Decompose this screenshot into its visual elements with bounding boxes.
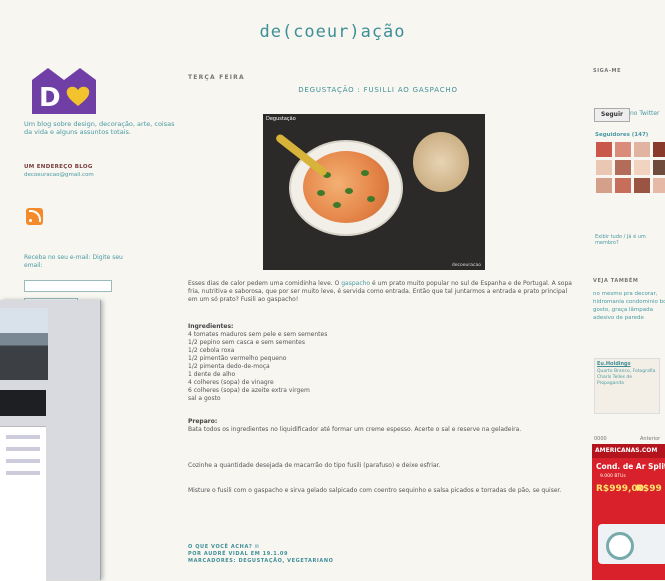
ad-brand: AMERICANAS.COM [592,444,665,458]
photo-credit: decoeuracao [451,263,481,268]
follow-heading: SIGA-ME [593,68,622,74]
follower-avatar[interactable] [615,160,631,175]
post-photo: Degustação decoeuracao [263,114,485,270]
ingredient-item: 1/2 pimentão vermelho pequeno [188,355,287,362]
email-field[interactable] [24,280,112,292]
prep-paragraph: Cozinhe a quantidade desejada de macarrã… [188,462,441,469]
post-date: TERÇA FEIRA [188,74,245,81]
post-intro: Esses dias de calor pedem uma comidinha … [188,280,572,303]
badge-text: Quarto Branco, Fotografia Charls Telles … [597,369,656,386]
previous-link[interactable]: Anterior [640,436,660,442]
prep-paragraph: Misture o fusili com o gaspacho e sirva … [188,487,562,494]
badge-title[interactable]: Eu.Holdings [597,361,631,367]
prep-block: Preparo: Bata todos os ingredientes no l… [188,418,572,434]
ingredient-item: 1/2 cebola roxa [188,347,235,354]
follower-avatar[interactable] [653,142,665,157]
overlay-window[interactable] [0,300,101,581]
ingredients-block: Ingredientes: 4 tomates maduros sem pele… [188,323,572,403]
follower-avatar[interactable] [634,142,650,157]
follow-link[interactable]: no Twitter [630,110,660,117]
follow-button[interactable]: Seguir [594,108,630,122]
subscribe-text: Receba no seu e-mail: Digite seu email: [24,254,123,269]
ad-price-installment: R$99 [636,484,662,494]
ingredient-item: 4 colheres (sopa) de vinagre [188,379,274,386]
blog-title[interactable]: de(coeur)ação [0,22,665,42]
prep-paragraph: Bata todos os ingredientes no liquidific… [188,426,522,433]
ingredient-item: 6 colheres (sopa) de azeite extra virgem [188,387,310,394]
ad-subtitle: 9.000 BTUs [600,474,626,479]
ingredients-title: Ingredientes: [188,323,234,330]
contact-heading: UM ENDEREÇO BLOG [24,164,93,170]
ad-headline: Cond. de Ar Split [596,462,665,471]
rss-icon[interactable] [26,208,43,225]
follower-avatar[interactable] [634,178,650,193]
overlay-photo [0,308,48,380]
gaspacho-link[interactable]: gaspacho [341,280,370,287]
post-byline: POR AUDRÉ VIDAL EM 19.1.09 [188,551,289,557]
blog-description: Um blog sobre design, decoração, arte, c… [24,120,175,136]
follower-avatar[interactable] [634,160,650,175]
comment-link[interactable]: O QUE VOCÊ ACHA? ✉ [188,544,260,550]
holdings-badge[interactable]: Eu.Holdings Quarto Branco, Fotografia Ch… [594,358,660,414]
post-labels[interactable]: MARCADORES: DEGUSTAÇÃO, VEGETARIANO [188,558,334,564]
overlay-dark-panel [0,390,46,416]
photo-tag: Degustação [266,116,296,122]
bread-image [413,132,469,192]
ingredient-item: 4 tomates maduros sem pele e sem semente… [188,331,328,338]
follower-avatars [596,142,665,193]
blog-logo[interactable]: D [28,66,100,116]
see-all-link[interactable]: Exibir tudo / Já é um membro? [595,234,665,246]
ingredient-item: sal a gosto [188,395,221,402]
follower-avatar[interactable] [653,160,665,175]
counter-text: 0000 [594,436,607,442]
overlay-list [0,426,46,581]
follower-avatar[interactable] [615,142,631,157]
follower-avatar[interactable] [596,178,612,193]
ad-badge-icon [606,532,634,560]
follower-avatar[interactable] [596,142,612,157]
prep-title: Preparo: [188,418,218,425]
contact-email[interactable]: decoeuracao@gmail.com [24,172,94,178]
advertisement[interactable]: AMERICANAS.COM Cond. de Ar Split 9.000 B… [592,444,665,580]
ingredient-item: 1/2 pepino sem casca e sem sementes [188,339,305,346]
follower-avatar[interactable] [615,178,631,193]
follower-avatar[interactable] [653,178,665,193]
post-title[interactable]: DEGUSTAÇÃO : FUSILLI AO GASPACHO [188,86,568,94]
see-also-heading: VEJA TAMBÉM [593,278,639,284]
see-also-text[interactable]: no mesmo pra decorar, hidromania condomi… [593,290,665,322]
followers-count: Seguidores (147) [595,132,649,138]
ingredient-item: 1 dente de alho [188,371,236,378]
ingredient-item: 1/2 pimenta dedo-de-moça [188,363,270,370]
svg-text:D: D [39,83,61,113]
follower-avatar[interactable] [596,160,612,175]
